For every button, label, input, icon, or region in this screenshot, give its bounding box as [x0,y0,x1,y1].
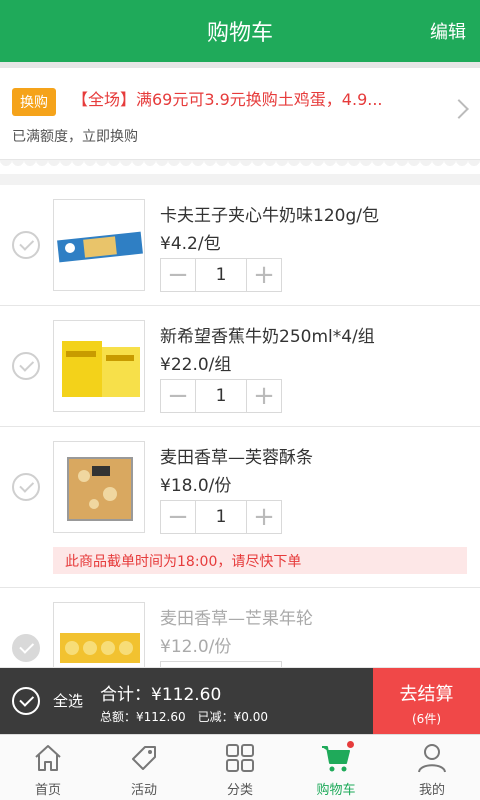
promo-banner[interactable]: 换购 【全场】满69元可3.9元换购土鸡蛋，4.9... 已满额度，立即换购 [0,68,480,160]
tab-label: 我的 [418,783,445,798]
page-title: 购物车 [206,21,273,46]
check-icon [19,356,35,372]
tab-mine[interactable]: 我的 [384,735,480,800]
select-all-label[interactable]: 全选 [53,690,83,711]
decrease-button[interactable]: − [161,259,195,291]
tab-category[interactable]: 分类 [192,735,288,800]
check-icon [19,691,35,707]
cart-item: 新希望香蕉牛奶250ml*4/组 ¥22.0/组 − 1 + [0,306,480,427]
product-name: 麦田香草—芒果年轮 [160,609,313,629]
product-name: 卡夫王子夹心牛奶味120g/包 [160,206,379,226]
checkout-bar: 全选 合计：¥112.60 总额：¥112.60 已减：¥0.00 去结算 (6… [0,668,480,734]
total-amount: 合计：¥112.60 [100,685,222,705]
item-checkbox[interactable] [12,352,40,380]
cart-badge-dot [347,741,354,748]
product-name: 麦田香草—芙蓉酥条 [160,448,313,468]
amount-summary: 总额：¥112.60 已减：¥0.00 [100,710,268,724]
tab-label: 首页 [34,783,61,798]
quantity-field[interactable]: 1 [195,380,247,412]
check-icon [19,638,35,654]
edit-button[interactable]: 编辑 [430,18,466,44]
decrease-button[interactable]: − [161,380,195,412]
increase-button[interactable]: + [247,380,281,412]
product-image[interactable] [53,602,145,667]
decrease-button[interactable]: − [161,501,195,533]
checkout-count: (6件) [412,712,441,726]
home-icon [35,745,61,771]
quantity-stepper [160,661,282,667]
product-price: ¥4.2/包 [160,234,221,254]
tab-activity[interactable]: 活动 [96,735,192,800]
cart-item: 卡夫王子夹心牛奶味120g/包 ¥4.2/包 − 1 + [0,185,480,306]
user-icon [418,744,446,773]
item-checkbox[interactable] [12,473,40,501]
tab-cart[interactable]: 购物车 [288,735,384,800]
tag-icon [132,746,156,770]
quantity-stepper: − 1 + [160,379,282,413]
promo-tag: 换购 [12,88,56,116]
quantity-field[interactable]: 1 [195,259,247,291]
item-checkbox[interactable] [12,634,40,662]
header-bar: 购物车 编辑 [0,0,480,62]
product-image[interactable] [53,199,145,291]
wave-divider [0,160,480,174]
quantity-stepper: − 1 + [160,258,282,292]
checkout-label: 去结算 [399,684,454,705]
check-icon [19,235,35,251]
tab-bar: 首页 活动 分类 购物车 我的 [0,734,480,800]
promo-text: 【全场】满69元可3.9元换购土鸡蛋，4.9... [72,90,383,109]
product-price: ¥12.0/份 [160,637,232,657]
cutoff-notice: 此商品截单时间为18:00，请尽快下单 [53,547,467,574]
product-price: ¥18.0/份 [160,476,232,496]
quantity-stepper: − 1 + [160,500,282,534]
item-checkbox[interactable] [12,231,40,259]
chevron-right-icon [449,99,469,119]
product-image[interactable] [53,441,145,533]
tab-home[interactable]: 首页 [0,735,96,800]
product-name: 新希望香蕉牛奶250ml*4/组 [160,327,375,347]
check-icon [19,477,35,493]
cart-item: 麦田香草—芒果年轮 ¥12.0/份 [0,588,480,668]
tab-label: 活动 [130,783,157,798]
promo-subtext: 已满额度，立即换购 [12,129,138,145]
tab-label: 分类 [226,783,253,798]
quantity-field[interactable]: 1 [195,501,247,533]
product-price: ¥22.0/组 [160,355,232,375]
checkout-button[interactable]: 去结算 (6件) [373,668,480,734]
increase-button[interactable]: + [247,259,281,291]
select-all-checkbox[interactable] [12,687,40,715]
increase-button[interactable]: + [247,501,281,533]
grid-icon [226,744,254,772]
product-image[interactable] [53,320,145,412]
tab-label: 购物车 [316,783,356,798]
